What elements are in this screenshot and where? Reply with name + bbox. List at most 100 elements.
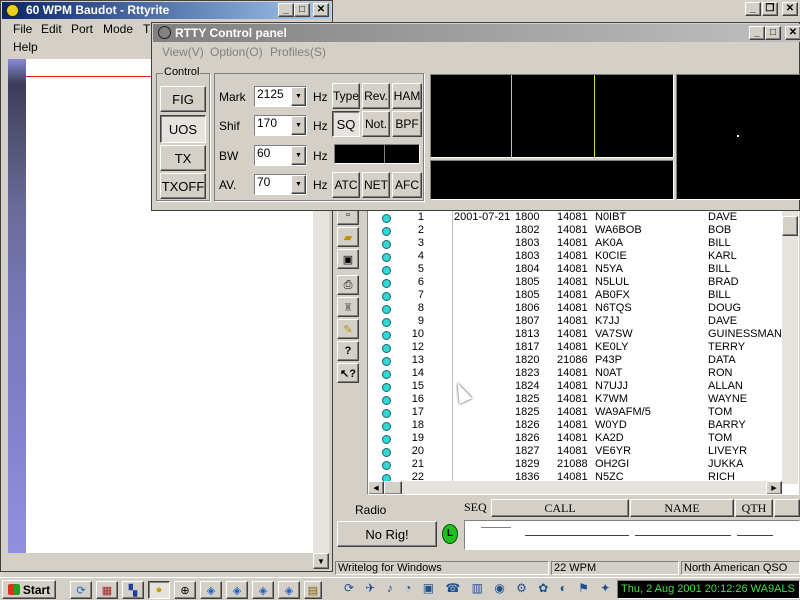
log-row[interactable]: 3 1803 14081 AK0A BILL [368,237,788,250]
quicklaunch-icon-8[interactable]: ◈ [252,581,274,599]
mark-dropdown-icon[interactable]: ▼ [291,87,306,106]
log-row[interactable]: 17 1825 14081 WA9AFM/5 TOM [368,406,788,419]
quicklaunch-icon-9[interactable]: ◈ [278,581,300,599]
log-list[interactable]: 1 2001-07-21 1800 14081 N0IBT DAVE 2 1802 14081 W… [367,205,799,495]
xy-scope-display[interactable] [676,74,800,200]
seq-field[interactable] [481,527,511,528]
menu-mode[interactable]: Mode [97,22,139,36]
log-row[interactable]: 2 1802 14081 WA6BOB BOB [368,224,788,237]
writelog-restore-button[interactable]: ❐ [762,2,778,16]
qso-status-dot-icon[interactable] [382,383,391,392]
qso-status-dot-icon[interactable] [382,266,391,275]
qso-status-dot-icon[interactable] [382,214,391,223]
log-row[interactable]: 16 1825 14081 K7WM WAYNE [368,393,788,406]
rttyrite-title-bar[interactable]: 60 WPM Baudot - Rttyrite _ □ ✕ [2,2,331,19]
no-rig-button[interactable]: No Rig! [337,521,437,547]
rev-button[interactable]: Rev. [362,83,390,109]
av-select[interactable]: 70 ▼ [254,174,307,195]
menu-help[interactable]: Help [7,40,44,54]
bw-dropdown-icon[interactable]: ▼ [291,146,306,165]
open-folder-icon[interactable]: ▰ [337,227,359,247]
writelog-minimize-button[interactable]: _ [745,2,761,16]
tower-icon[interactable]: ♜ [337,297,359,317]
av-dropdown-icon[interactable]: ▼ [291,175,306,194]
menu-option[interactable]: Option(O) [204,45,269,59]
menu-port[interactable]: Port [65,22,99,36]
fig-button[interactable]: FIG [160,86,206,112]
type-button[interactable]: Type [332,83,360,109]
panel-minimize-button[interactable]: _ [749,26,765,40]
log-row[interactable]: 10 1813 14081 VA7SW GUINESSMAN [368,328,788,341]
qso-status-dot-icon[interactable] [382,396,391,405]
atc-button[interactable]: ATC [332,172,360,198]
panel-close-button[interactable]: ✕ [785,26,800,40]
call-field[interactable] [525,535,629,536]
spectrum-display[interactable] [430,74,674,158]
log-row[interactable]: 1 2001-07-21 1800 14081 N0IBT DAVE [368,211,788,224]
not-button[interactable]: Not. [362,111,390,137]
afc-button[interactable]: AFC [392,172,422,198]
pencil-icon[interactable]: ✎ [337,319,359,339]
tx-button[interactable]: TX [160,145,206,171]
qso-status-dot-icon[interactable] [382,279,391,288]
mark-select[interactable]: 2125 ▼ [254,86,307,107]
qth-field[interactable] [737,535,773,536]
scroll-down-button[interactable]: ▼ [313,553,329,569]
bw-select[interactable]: 60 ▼ [254,145,307,166]
log-row[interactable]: 14 1823 14081 N0AT RON [368,367,788,380]
log-row[interactable]: 5 1804 14081 N5YA BILL [368,263,788,276]
log-scroll-thumb[interactable] [782,216,798,236]
qso-status-dot-icon[interactable] [382,292,391,301]
sq-button[interactable]: SQ [332,111,360,137]
log-row[interactable]: 4 1803 14081 K0CIE KARL [368,250,788,263]
minimize-button[interactable]: _ [278,3,294,17]
name-field[interactable] [635,535,731,536]
qso-status-dot-icon[interactable] [382,448,391,457]
qso-status-dot-icon[interactable] [382,461,391,470]
menu-edit[interactable]: Edit [35,22,68,36]
qso-status-dot-icon[interactable] [382,435,391,444]
log-row[interactable]: 19 1826 14081 KA2D TOM [368,432,788,445]
context-help-icon[interactable]: ↖? [337,363,359,383]
log-row[interactable]: 6 1805 14081 N5LUL BRAD [368,276,788,289]
qso-status-dot-icon[interactable] [382,422,391,431]
log-row[interactable]: 21 1829 21088 OH2GI JUKKA [368,458,788,471]
close-button[interactable]: ✕ [313,3,329,17]
tray-icon-row[interactable]: ⟳ ✈ ♪ ◔ ▣ ☎ ▥ ◉ ⚙ ✿ ◐ ⚑ ✦ ▲ [344,581,616,595]
menu-view[interactable]: View(V) [156,45,210,59]
log-hscroll[interactable]: ◀ ▶ [368,481,782,494]
help-icon[interactable]: ? [337,341,359,361]
rttyrite-task-icon[interactable]: ● [148,581,170,599]
log-row[interactable]: 13 1820 21086 P43P DATA [368,354,788,367]
save-disk-icon[interactable]: ▣ [337,249,359,269]
qso-status-dot-icon[interactable] [382,305,391,314]
qso-status-dot-icon[interactable] [382,331,391,340]
uos-button[interactable]: UOS [160,115,206,143]
maximize-button[interactable]: □ [294,3,310,17]
log-row[interactable]: 7 1805 14081 AB0FX BILL [368,289,788,302]
hscroll-thumb[interactable] [384,481,402,494]
shift-select[interactable]: 170 ▼ [254,115,307,136]
tuning-gradient-bar[interactable] [8,59,26,553]
print-icon[interactable]: ⎙ [337,275,359,295]
ham-button[interactable]: HAM [392,83,422,109]
net-button[interactable]: NET [362,172,390,198]
start-button[interactable]: Start [2,580,56,599]
hscroll-left-button[interactable]: ◀ [368,481,384,494]
bpf-button[interactable]: BPF [392,111,422,137]
log-row[interactable]: 15 1824 14081 N7UJJ ALLAN [368,380,788,393]
waterfall-display[interactable] [430,160,674,200]
log-row[interactable]: 20 1827 14081 VE6YR LIVEYR [368,445,788,458]
quicklaunch-icon-6[interactable]: ◈ [200,581,222,599]
quicklaunch-icon-7[interactable]: ◈ [226,581,248,599]
menu-profiles[interactable]: Profiles(S) [264,45,332,59]
qso-status-dot-icon[interactable] [382,344,391,353]
log-row[interactable]: 12 1817 14081 KE0LY TERRY [368,341,788,354]
qso-status-dot-icon[interactable] [382,357,391,366]
log-row[interactable]: 18 1826 14081 W0YD BARRY [368,419,788,432]
txoff-button[interactable]: TXOFF [160,173,206,199]
quicklaunch-icon-1[interactable]: ⟳ [70,581,92,599]
qso-status-dot-icon[interactable] [382,253,391,262]
hscroll-right-button[interactable]: ▶ [766,481,782,494]
qso-status-dot-icon[interactable] [382,370,391,379]
